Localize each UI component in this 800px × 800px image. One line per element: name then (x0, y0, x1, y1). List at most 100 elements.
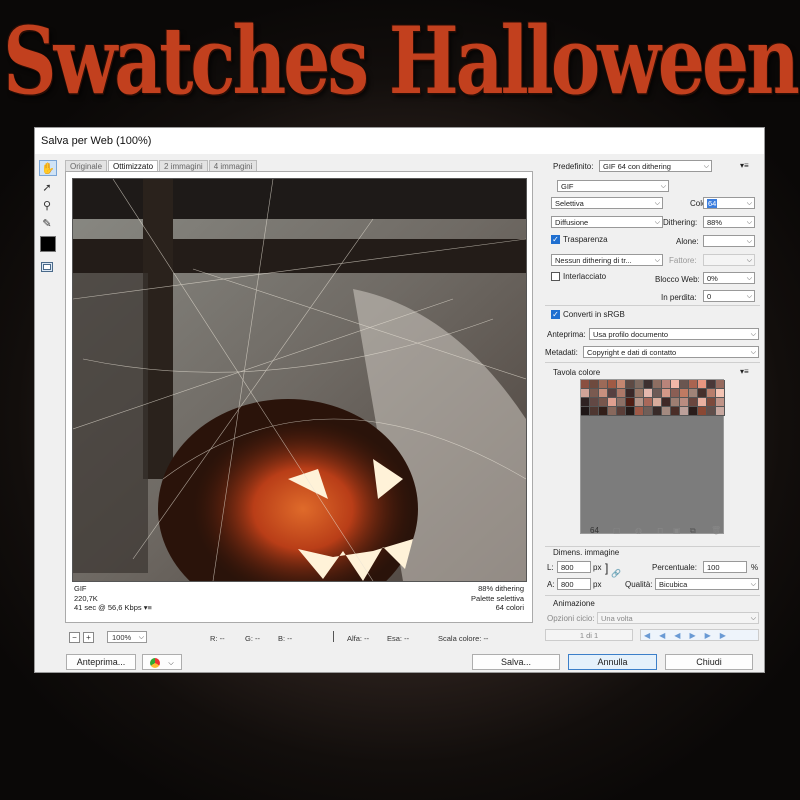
color-table-cell[interactable] (608, 389, 617, 398)
color-table-cell[interactable] (644, 407, 653, 416)
percent-input[interactable]: 100 (703, 561, 747, 573)
color-table-cell[interactable] (635, 389, 644, 398)
color-table-cell[interactable] (644, 398, 653, 407)
toggle-slices-icon[interactable] (39, 260, 55, 274)
color-table-cell[interactable] (590, 389, 599, 398)
quality-select[interactable]: Bicubica ⌵ (655, 578, 759, 590)
color-table-cell[interactable] (599, 407, 608, 416)
interlaced-checkbox[interactable] (551, 272, 560, 281)
color-table-cell[interactable] (662, 380, 671, 389)
preview-image[interactable] (72, 178, 527, 582)
color-table-cell[interactable] (698, 407, 707, 416)
color-table-cell[interactable] (617, 380, 626, 389)
color-table-cell[interactable] (599, 380, 608, 389)
color-table-cell[interactable] (635, 398, 644, 407)
color-table-cell[interactable] (680, 380, 689, 389)
color-table-cell[interactable] (680, 398, 689, 407)
color-table-cell[interactable] (698, 380, 707, 389)
color-table-menu-icon[interactable]: ▾≡ (740, 367, 749, 376)
width-input[interactable]: 800 (557, 561, 591, 573)
zoom-tool-icon[interactable]: ⚲ (39, 198, 55, 212)
color-table-cell[interactable] (698, 398, 707, 407)
transparency-checkbox[interactable]: ✓ (551, 235, 560, 244)
color-table-cell[interactable] (590, 398, 599, 407)
color-table-cell[interactable] (608, 398, 617, 407)
color-table-cell[interactable] (689, 407, 698, 416)
dithering-input[interactable]: 88% ⌵ (703, 216, 755, 228)
color-table-cell[interactable] (662, 398, 671, 407)
color-table-cell[interactable] (653, 380, 662, 389)
dither-algorithm-select[interactable]: Diffusione ⌵ (551, 216, 663, 228)
color-table-cell[interactable] (653, 407, 662, 416)
download-menu-icon[interactable]: ▾≡ (144, 603, 152, 612)
color-table-cell[interactable] (599, 398, 608, 407)
zoom-out-button[interactable]: − (69, 632, 80, 643)
cancel-button[interactable]: Annulla (568, 654, 657, 670)
color-table-cell[interactable] (707, 407, 716, 416)
color-table-cell[interactable] (617, 389, 626, 398)
color-table-cell[interactable] (635, 407, 644, 416)
color-table-cell[interactable] (590, 380, 599, 389)
link-icon[interactable]: 🔗 (611, 569, 621, 578)
matte-select[interactable]: ⌵ (703, 235, 755, 247)
hand-tool-icon[interactable]: ✋ (39, 160, 57, 176)
convert-srgb-checkbox[interactable]: ✓ (551, 310, 560, 319)
animation-controls[interactable]: ◀◀◀▶▶▶ (640, 629, 759, 641)
color-table-cell[interactable] (671, 380, 680, 389)
color-table-cell[interactable] (707, 389, 716, 398)
trash-icon[interactable]: 🗑 (711, 526, 721, 535)
color-table-cell[interactable] (689, 398, 698, 407)
color-table-cell[interactable] (644, 380, 653, 389)
color-table-cell[interactable] (689, 380, 698, 389)
reduction-select[interactable]: Selettiva ⌵ (551, 197, 663, 209)
color-table-cell[interactable] (653, 398, 662, 407)
color-table-cell[interactable] (635, 380, 644, 389)
zoom-in-button[interactable]: + (83, 632, 94, 643)
save-button[interactable]: Salva... (472, 654, 560, 670)
color-table-cell[interactable] (716, 398, 725, 407)
color-table-cell[interactable] (671, 407, 680, 416)
color-table-cell[interactable] (617, 407, 626, 416)
transparency-dither-select[interactable]: Nessun dithering di tr... ⌵ (551, 254, 663, 266)
color-table-cell[interactable] (671, 398, 680, 407)
eyedropper-tool-icon[interactable]: ✎ (39, 216, 55, 230)
zoom-select[interactable]: 100% ⌵ (107, 631, 147, 643)
color-table-cell[interactable] (608, 380, 617, 389)
add-color-icon[interactable]: ▣ (673, 526, 681, 535)
color-table-cell[interactable] (716, 389, 725, 398)
color-table-cell[interactable] (581, 398, 590, 407)
color-table-cell[interactable] (617, 398, 626, 407)
panel-menu-icon[interactable]: ▾≡ (740, 161, 749, 170)
color-table-cell[interactable] (662, 389, 671, 398)
color-table-cell[interactable] (581, 380, 590, 389)
new-color-icon[interactable]: ⧉ (690, 526, 696, 536)
color-table-cell[interactable] (662, 407, 671, 416)
color-table-cell[interactable] (716, 380, 725, 389)
color-table-cell[interactable] (581, 407, 590, 416)
height-input[interactable]: 800 (557, 578, 591, 590)
format-select[interactable]: GIF ⌵ (557, 180, 669, 192)
dialog-titlebar[interactable]: Salva per Web (100%) (35, 128, 764, 154)
color-table-cell[interactable] (626, 389, 635, 398)
color-table-cell[interactable] (707, 380, 716, 389)
color-table-cell[interactable] (626, 380, 635, 389)
web-shift-icon[interactable]: ◍ (635, 526, 642, 535)
map-transparent-icon[interactable]: ▢ (613, 526, 621, 535)
lossy-select[interactable]: 0 ⌵ (703, 290, 755, 302)
websnap-select[interactable]: 0% ⌵ (703, 272, 755, 284)
color-table-cell[interactable] (599, 389, 608, 398)
color-table-cell[interactable] (698, 389, 707, 398)
color-table-cell[interactable] (653, 389, 662, 398)
color-table-cell[interactable] (590, 407, 599, 416)
colors-input[interactable]: 64 ⌵ (703, 197, 755, 209)
color-table-cell[interactable] (644, 389, 653, 398)
browser-preview-button[interactable]: ⌵ (142, 654, 182, 670)
color-table-cell[interactable] (608, 407, 617, 416)
eyedropper-color-swatch[interactable] (40, 236, 56, 252)
color-table-cell[interactable] (707, 398, 716, 407)
color-table-cell[interactable] (689, 389, 698, 398)
color-table-cell[interactable] (626, 398, 635, 407)
color-table-cell[interactable] (671, 389, 680, 398)
color-table-cell[interactable] (626, 407, 635, 416)
preview-button[interactable]: Anteprima... (66, 654, 136, 670)
